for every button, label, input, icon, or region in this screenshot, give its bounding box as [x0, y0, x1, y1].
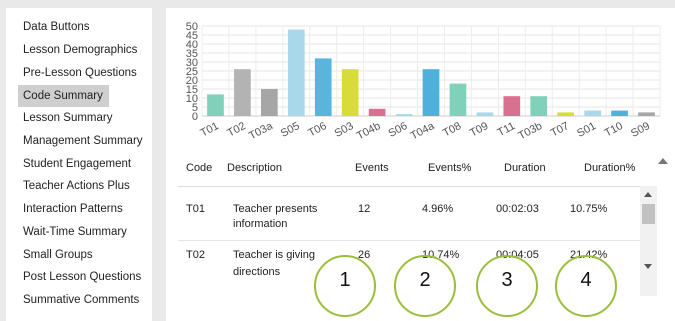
bar: [207, 94, 224, 116]
bar: [368, 108, 386, 116]
sidebar-item-summative-comments[interactable]: Summative Comments: [18, 289, 145, 311]
bar: [611, 110, 628, 116]
bar: [287, 29, 305, 117]
x-tick-label: T01: [198, 120, 220, 140]
bar: [530, 96, 548, 116]
sidebar-item-lesson-summary[interactable]: Lesson Summary: [18, 107, 118, 129]
sidebar-item-small-groups[interactable]: Small Groups: [18, 244, 99, 266]
column-header-description[interactable]: Description: [227, 162, 282, 174]
sidebar-item-wait-time-summary[interactable]: Wait-Time Summary: [18, 221, 133, 243]
sidebar-item-code-summary[interactable]: Code Summary: [18, 85, 109, 107]
table-scrollbar[interactable]: [640, 186, 657, 296]
cell-duration: 00:02:03: [496, 203, 539, 215]
cell-description-line2: information: [233, 218, 288, 230]
x-tick-label: T02: [225, 120, 247, 140]
column-header-code[interactable]: Code: [186, 162, 212, 174]
sidebar-item-data-buttons[interactable]: Data Buttons: [18, 16, 95, 38]
column-header-events-pct[interactable]: Events%: [428, 162, 471, 174]
bar: [503, 96, 521, 116]
chart-svg: 05101520253035404550T01 T02 T03a S05 T06 S03 T…: [186, 21, 661, 143]
sidebar-item-pre-lesson-questions[interactable]: Pre-Lesson Questions: [18, 62, 143, 84]
code-bar-chart: 0 5 10 15 20 25 30 35 40 45 50 T01 T02 T03a S05 T06 S03 T…: [166, 8, 675, 150]
x-tick-label: T06: [306, 120, 328, 140]
scrollbar-thumb[interactable]: [642, 204, 655, 224]
x-tick-label: T07: [549, 120, 571, 140]
row-divider: [178, 240, 640, 241]
bar: [476, 112, 494, 116]
sidebar-item-interaction-patterns[interactable]: Interaction Patterns: [18, 198, 129, 220]
x-tick-label: S09: [629, 120, 652, 140]
cell-code: T02: [186, 249, 205, 261]
cell-duration-pct: 10.75%: [570, 203, 608, 215]
cell-events-pct: 4.96%: [422, 203, 454, 215]
y-tick-label: 50: [186, 21, 198, 33]
bar: [638, 112, 655, 116]
cell-description-line2: directions: [233, 266, 281, 278]
x-tick-label: T10: [603, 120, 625, 140]
sidebar-item-student-engagement[interactable]: Student Engagement: [18, 153, 137, 175]
x-tick-label: S06: [387, 120, 410, 140]
x-tick-label: S03: [333, 120, 356, 140]
bar: [557, 112, 575, 116]
column-header-duration-pct[interactable]: Duration%: [584, 162, 635, 174]
bar: [314, 58, 332, 116]
table-scroll-up-arrow-icon[interactable]: [658, 158, 668, 164]
sidebar-item-post-lesson-questions[interactable]: Post Lesson Questions: [18, 266, 147, 288]
sidebar-item-teacher-actions-plus[interactable]: Teacher Actions Plus: [18, 175, 136, 197]
x-tick-label: T08: [441, 120, 463, 140]
sidebar-nav: Data Buttons Lesson Demographics Pre-Les…: [6, 8, 152, 321]
cell-description-line1: Teacher presents: [233, 203, 318, 215]
callout-circle-3: 3: [476, 255, 538, 317]
x-tick-label: S05: [279, 120, 302, 140]
scroll-down-icon[interactable]: [644, 264, 652, 269]
sidebar-item-lesson-demographics[interactable]: Lesson Demographics: [18, 39, 143, 61]
bar: [422, 69, 440, 116]
x-tick-label: T09: [468, 120, 490, 140]
cell-code: T01: [186, 203, 205, 215]
bar: [395, 114, 413, 116]
x-tick-label: T03b: [516, 120, 544, 142]
callout-circle-1: 1: [314, 255, 376, 317]
sidebar-item-management-summary[interactable]: Management Summary: [18, 130, 149, 152]
x-tick-label: S01: [575, 120, 598, 140]
bar: [584, 110, 601, 116]
bar: [341, 69, 359, 116]
bar: [261, 89, 278, 116]
header-divider: [178, 186, 640, 187]
cell-events: 12: [358, 203, 371, 215]
cell-description-line1: Teacher is giving: [233, 249, 315, 261]
column-header-events[interactable]: Events: [355, 162, 389, 174]
column-header-duration[interactable]: Duration: [504, 162, 546, 174]
scroll-up-icon[interactable]: [644, 192, 652, 197]
callout-circle-4: 4: [555, 255, 617, 317]
bar: [234, 69, 251, 116]
x-tick-label: T03a: [247, 120, 276, 143]
x-tick-label: T11: [496, 120, 518, 139]
x-tick-label: T04b: [355, 120, 383, 142]
callout-circle-2: 2: [394, 255, 456, 317]
bar: [449, 83, 467, 116]
x-tick-label: T04a: [409, 120, 438, 143]
